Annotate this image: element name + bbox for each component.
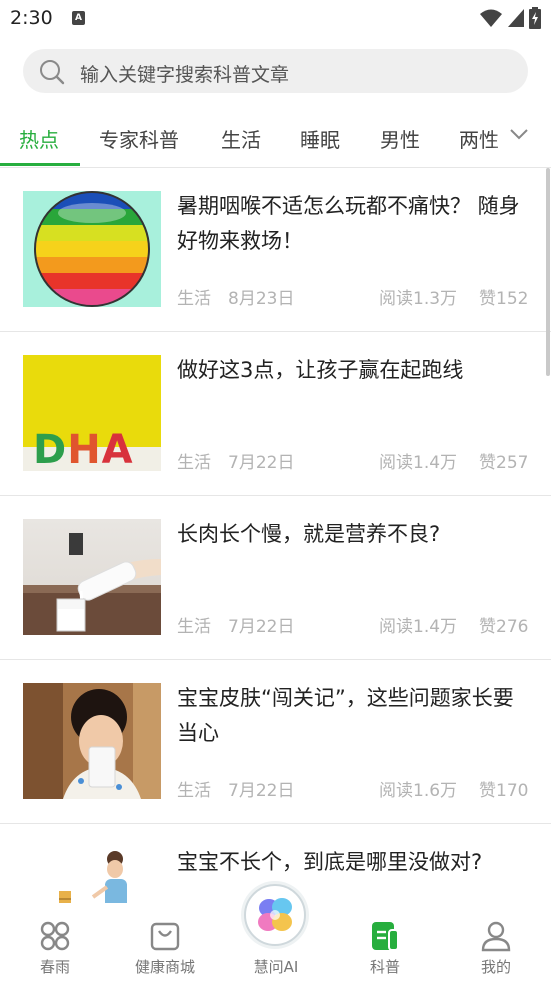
chevron-down-icon[interactable]: [509, 127, 529, 141]
nav-item-mine[interactable]: 我的: [446, 903, 546, 981]
article-title[interactable]: 长肉长个慢，就是营养不良?: [177, 517, 529, 552]
rainbow-ball-image: [23, 191, 161, 307]
status-bar: 2:30 A: [0, 0, 551, 38]
article-date: 7月22日: [228, 453, 295, 473]
article-category: 生活: [177, 781, 211, 801]
article-likes: 赞152: [479, 289, 529, 309]
nav-label: 我的: [480, 958, 511, 976]
search-bar[interactable]: 输入关键字搜索科普文章: [23, 49, 528, 93]
nav-label: 春雨: [39, 958, 70, 976]
signal-icon: [508, 9, 524, 27]
active-tab-indicator: [0, 163, 80, 166]
article-likes: 赞170: [479, 781, 529, 801]
status-icons: [479, 7, 541, 29]
article-item[interactable]: 长肉长个慢，就是营养不良? 生活 7月22日 阅读1.4万 赞276: [0, 496, 551, 660]
wifi-icon: [480, 9, 502, 27]
article-likes: 赞257: [479, 453, 529, 473]
tab-male[interactable]: 男性: [380, 124, 420, 153]
article-reads: 阅读1.4万: [379, 453, 458, 473]
person-icon: [481, 921, 511, 952]
tab-expert-science[interactable]: 专家科普: [99, 124, 179, 153]
article-category: 生活: [177, 453, 211, 473]
article-reads: 阅读1.4万: [379, 617, 458, 637]
article-title[interactable]: 暑期咽喉不适怎么玩都不痛快？ 随身好物来救场！: [177, 189, 529, 259]
category-tabs: 热点 专家科普 生活 睡眠 男性 两性: [0, 110, 551, 168]
article-date: 8月23日: [228, 289, 295, 309]
article-date: 7月22日: [228, 781, 295, 801]
status-time: 2:30: [10, 7, 53, 29]
nav-item-chunyu[interactable]: 春雨: [5, 903, 105, 981]
shopping-bag-icon: [150, 922, 180, 951]
tab-life[interactable]: 生活: [221, 124, 261, 153]
article-item[interactable]: 暑期咽喉不适怎么玩都不痛快？ 随身好物来救场！ 生活 8月23日 阅读1.3万 …: [0, 168, 551, 332]
article-reads: 阅读1.3万: [379, 289, 458, 309]
article-reads: 阅读1.6万: [379, 781, 458, 801]
article-title[interactable]: 宝宝皮肤“闯关记”，这些问题家长要当心: [177, 681, 529, 751]
nav-item-health-mall[interactable]: 健康商城: [115, 903, 215, 981]
pouring-milk-image: [23, 519, 161, 635]
nav-label: 慧问AI: [253, 958, 299, 976]
nav-item-science[interactable]: 科普: [335, 903, 435, 981]
notification-icon: A: [72, 11, 85, 25]
tab-hot[interactable]: 热点: [19, 124, 59, 153]
article-date: 7月22日: [228, 617, 295, 637]
article-category: 生活: [177, 289, 211, 309]
search-input[interactable]: 输入关键字搜索科普文章: [80, 60, 289, 87]
nav-label: 科普: [369, 958, 400, 976]
article-title[interactable]: 做好这3点，让孩子赢在起跑线: [177, 353, 529, 388]
article-item[interactable]: DHA 做好这3点，让孩子赢在起跑线 生活 7月22日 阅读1.4万 赞257: [0, 332, 551, 496]
scrollbar[interactable]: [546, 168, 550, 376]
article-item[interactable]: 宝宝皮肤“闯关记”，这些问题家长要当心 生活 7月22日 阅读1.6万 赞170: [0, 660, 551, 824]
tab-sleep[interactable]: 睡眠: [300, 124, 340, 153]
dha-letters-image: DHA: [23, 355, 161, 471]
ai-flower-icon: [258, 898, 292, 931]
child-height-chart-image: [23, 847, 161, 903]
article-title[interactable]: 宝宝不长个，到底是哪里没做对?: [177, 845, 529, 880]
article-category: 生活: [177, 617, 211, 637]
article-list: 暑期咽喉不适怎么玩都不痛快？ 随身好物来救场！ 生活 8月23日 阅读1.3万 …: [0, 168, 551, 903]
search-icon: [40, 60, 65, 85]
dha-text: DHA: [33, 427, 134, 471]
grid-icon: [40, 921, 70, 951]
document-icon: [372, 922, 399, 951]
battery-icon: [529, 7, 541, 29]
girl-drinking-milk-image: [23, 683, 161, 799]
article-likes: 赞276: [479, 617, 529, 637]
ai-button[interactable]: [244, 884, 306, 946]
nav-label: 健康商城: [134, 958, 195, 976]
